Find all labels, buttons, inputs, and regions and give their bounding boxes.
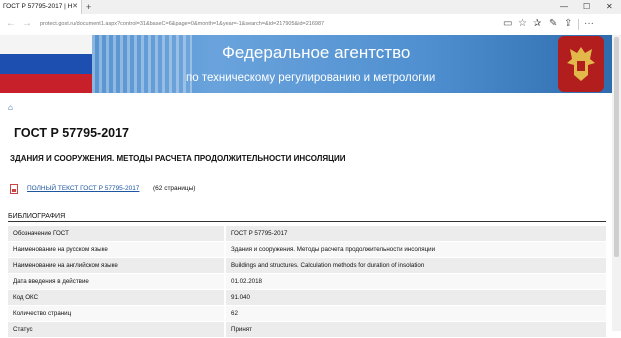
table-row: Статус Принят: [8, 322, 606, 337]
pdf-file-icon[interactable]: [10, 184, 18, 194]
more-menu-icon[interactable]: ···: [584, 18, 594, 30]
table-row: Количество страниц 62: [8, 306, 606, 321]
window-close-button[interactable]: ✕: [606, 0, 613, 14]
document-title: ЗДАНИЯ И СООРУЖЕНИЯ. МЕТОДЫ РАСЧЕТА ПРОД…: [10, 154, 346, 163]
row-value: Принят: [226, 322, 606, 337]
site-banner: Федеральное агентство по техническому ре…: [0, 35, 612, 93]
russian-flag-image: [0, 35, 92, 93]
row-label: Статус: [8, 322, 224, 337]
banner-subtitle: по техническому регулированию и метролог…: [186, 72, 436, 84]
row-value: Buildings and structures. Calculation me…: [226, 258, 606, 273]
toolbar-divider: [578, 19, 579, 30]
row-value: 62: [226, 306, 606, 321]
tab-close-icon[interactable]: ✕: [72, 0, 78, 14]
full-text-link[interactable]: ПОЛНЫЙ ТЕКСТ ГОСТ Р 57795-2017: [27, 185, 139, 192]
building-image: [92, 35, 192, 93]
address-bar: ← → protect.gost.ru/document1.aspx?contr…: [0, 14, 621, 36]
banner-title: Федеральное агентство: [222, 43, 411, 62]
favorite-star-icon[interactable]: ☆: [518, 18, 527, 30]
browser-titlebar: ГОСТ Р 57795-2017 | Н ✕ + — ☐ ✕: [0, 0, 621, 15]
bibliography-table: Обозначение ГОСТ ГОСТ Р 57795-2017 Наиме…: [8, 226, 606, 338]
table-row: Наименование на русском языке Здания и с…: [8, 242, 606, 257]
row-label: Количество страниц: [8, 306, 224, 321]
table-row: Код ОКС 91.040: [8, 290, 606, 305]
home-icon[interactable]: ⌂: [8, 103, 13, 112]
share-icon[interactable]: ⇪: [564, 18, 572, 30]
coat-of-arms-emblem: [558, 36, 604, 92]
back-arrow-icon[interactable]: ←: [6, 18, 16, 30]
row-value: 91.040: [226, 290, 606, 305]
double-headed-eagle-icon: [567, 47, 595, 81]
tab-title: ГОСТ Р 57795-2017 | Н: [3, 3, 73, 10]
scrollbar-thumb[interactable]: [614, 37, 619, 257]
row-label: Код ОКС: [8, 290, 224, 305]
new-tab-button[interactable]: +: [86, 0, 91, 14]
favorites-hub-icon[interactable]: ✰: [533, 18, 541, 30]
row-label: Наименование на английском языке: [8, 258, 224, 273]
forward-arrow-icon[interactable]: →: [22, 18, 32, 30]
url-field[interactable]: protect.gost.ru/document1.aspx?control=3…: [40, 19, 495, 29]
row-value: ГОСТ Р 57795-2017: [226, 226, 606, 241]
row-label: Обозначение ГОСТ: [8, 226, 224, 241]
row-label: Наименование на русском языке: [8, 242, 224, 257]
browser-tab[interactable]: ГОСТ Р 57795-2017 | Н ✕: [0, 0, 82, 14]
table-row: Обозначение ГОСТ ГОСТ Р 57795-2017: [8, 226, 606, 241]
table-row: Дата введения в действие 01.02.2018: [8, 274, 606, 289]
reading-view-icon[interactable]: ▭: [503, 18, 512, 30]
page-count-text: (62 страницы): [153, 185, 196, 192]
window-minimize-button[interactable]: —: [560, 0, 568, 14]
notes-pen-icon[interactable]: ✎: [549, 18, 557, 30]
row-label: Дата введения в действие: [8, 274, 224, 289]
window-maximize-button[interactable]: ☐: [583, 0, 590, 14]
table-row: Наименование на английском языке Buildin…: [8, 258, 606, 273]
document-code: ГОСТ Р 57795-2017: [14, 126, 130, 140]
bibliography-heading: БИБЛИОГРАФИЯ: [8, 213, 606, 222]
row-value: 01.02.2018: [226, 274, 606, 289]
row-value: Здания и сооружения. Методы расчета прод…: [226, 242, 606, 257]
